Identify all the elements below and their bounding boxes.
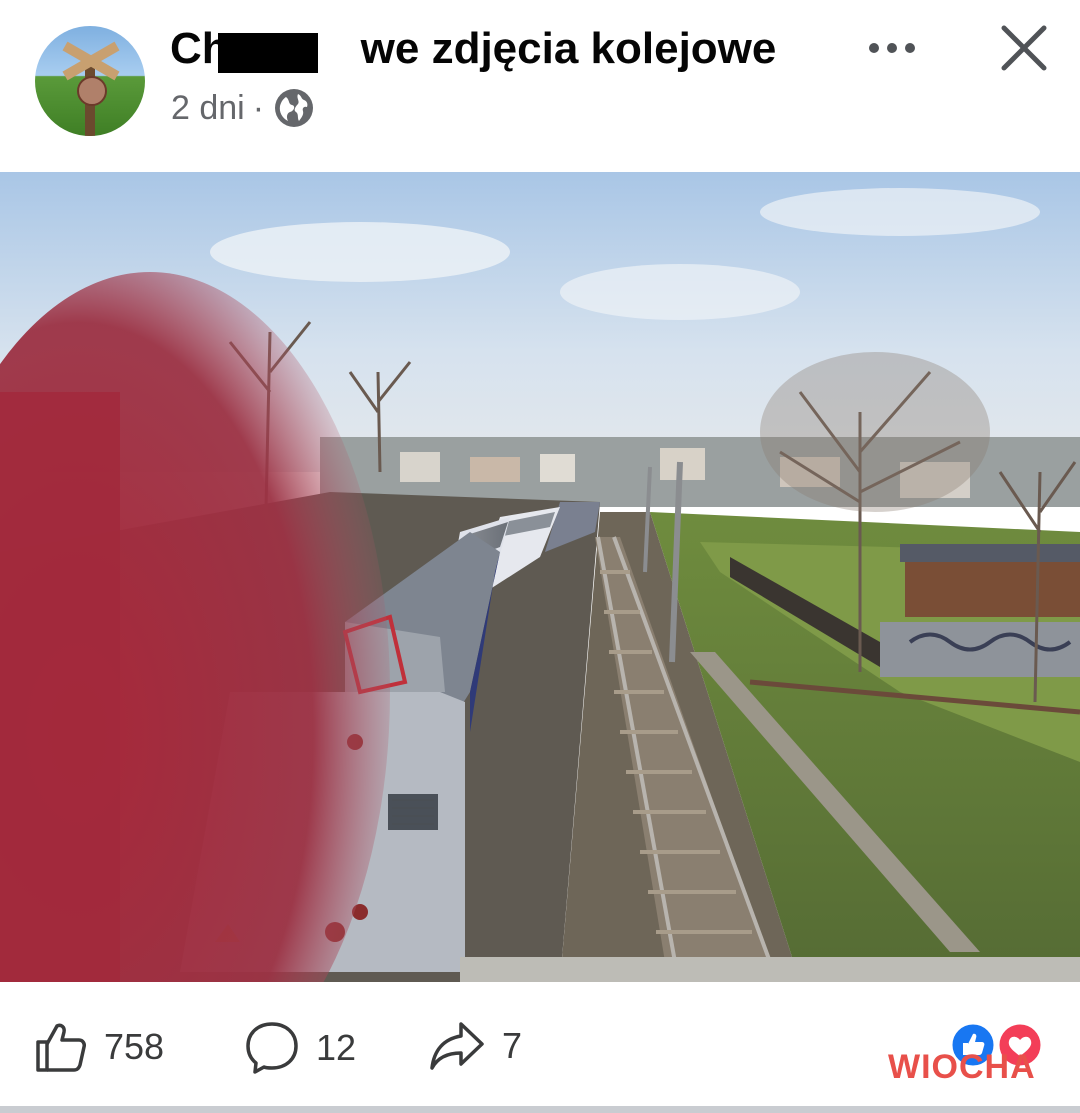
more-dot: [887, 43, 897, 53]
shed: [905, 557, 1080, 617]
wiocha-watermark: WIOCHA: [888, 1048, 1036, 1087]
building: [470, 457, 520, 482]
bridge-parapet: [460, 957, 1080, 982]
post-meta: 2 dni ·: [171, 88, 314, 128]
building: [400, 452, 440, 482]
post-actions: 758 12 7 WIOCHA: [0, 982, 1080, 1113]
page-avatar[interactable]: [35, 26, 145, 136]
post-header: Ch we zdjęcia kolejowe 2 dni ·: [0, 0, 1080, 172]
comment-button[interactable]: 12: [244, 1020, 356, 1076]
comment-icon: [246, 1022, 298, 1074]
like-count: 758: [104, 1026, 165, 1067]
share-button[interactable]: 7: [428, 1020, 522, 1072]
more-options-button[interactable]: [862, 28, 922, 68]
cloud: [210, 222, 510, 282]
shed-roof: [900, 544, 1080, 562]
like-button[interactable]: 758: [34, 1020, 164, 1074]
post-time[interactable]: 2 dni: [171, 89, 245, 128]
meta-separator: ·: [252, 88, 265, 127]
thumbs-up-icon: [36, 1023, 86, 1072]
comment-count: 12: [316, 1027, 357, 1068]
globe-icon[interactable]: [274, 88, 314, 128]
share-count: 7: [502, 1025, 523, 1066]
cloud: [760, 188, 1040, 236]
avatar-disc: [77, 76, 107, 106]
blurred-finger-edge: [0, 392, 120, 982]
post-photo[interactable]: [0, 172, 1080, 982]
more-dot: [869, 43, 879, 53]
cloud: [560, 264, 800, 320]
watermark-text: WIOCHA: [888, 1048, 1036, 1086]
more-dot: [905, 43, 915, 53]
close-icon[interactable]: [998, 22, 1050, 74]
train-photo-illustration: [0, 172, 1080, 982]
redaction-bar: [218, 33, 318, 73]
share-icon: [430, 1022, 484, 1070]
bottom-divider: [0, 1106, 1080, 1113]
tree-canopy: [760, 352, 990, 512]
building: [540, 454, 575, 482]
